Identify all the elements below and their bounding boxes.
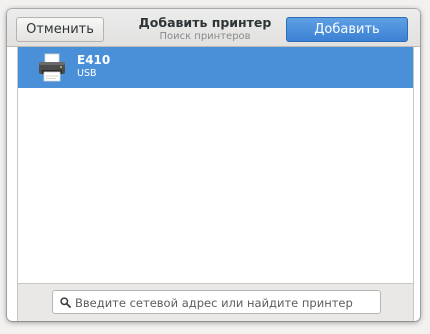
printer-icon	[39, 53, 65, 82]
dialog-headerbar: Отменить Добавить принтер Поиск принтеро…	[7, 9, 420, 47]
dialog-title: Добавить принтер	[138, 15, 272, 30]
printer-item-text: E410 USB	[77, 53, 110, 80]
search-input[interactable]	[75, 294, 375, 311]
printer-list: E410 USB	[17, 47, 414, 283]
printer-name: E410	[77, 53, 111, 67]
printer-list-item[interactable]: E410 USB	[18, 47, 413, 88]
printer-connection: USB	[77, 68, 97, 79]
cancel-button[interactable]: Отменить	[16, 17, 104, 42]
dialog-title-block: Добавить принтер Поиск принтеров	[127, 15, 283, 43]
search-box[interactable]	[52, 290, 381, 314]
search-icon	[60, 297, 71, 308]
add-printer-dialog: Отменить Добавить принтер Поиск принтеро…	[7, 9, 420, 321]
dialog-footer	[17, 283, 414, 321]
add-button[interactable]: Добавить	[286, 17, 408, 42]
dialog-subtitle: Поиск принтеров	[159, 31, 251, 42]
